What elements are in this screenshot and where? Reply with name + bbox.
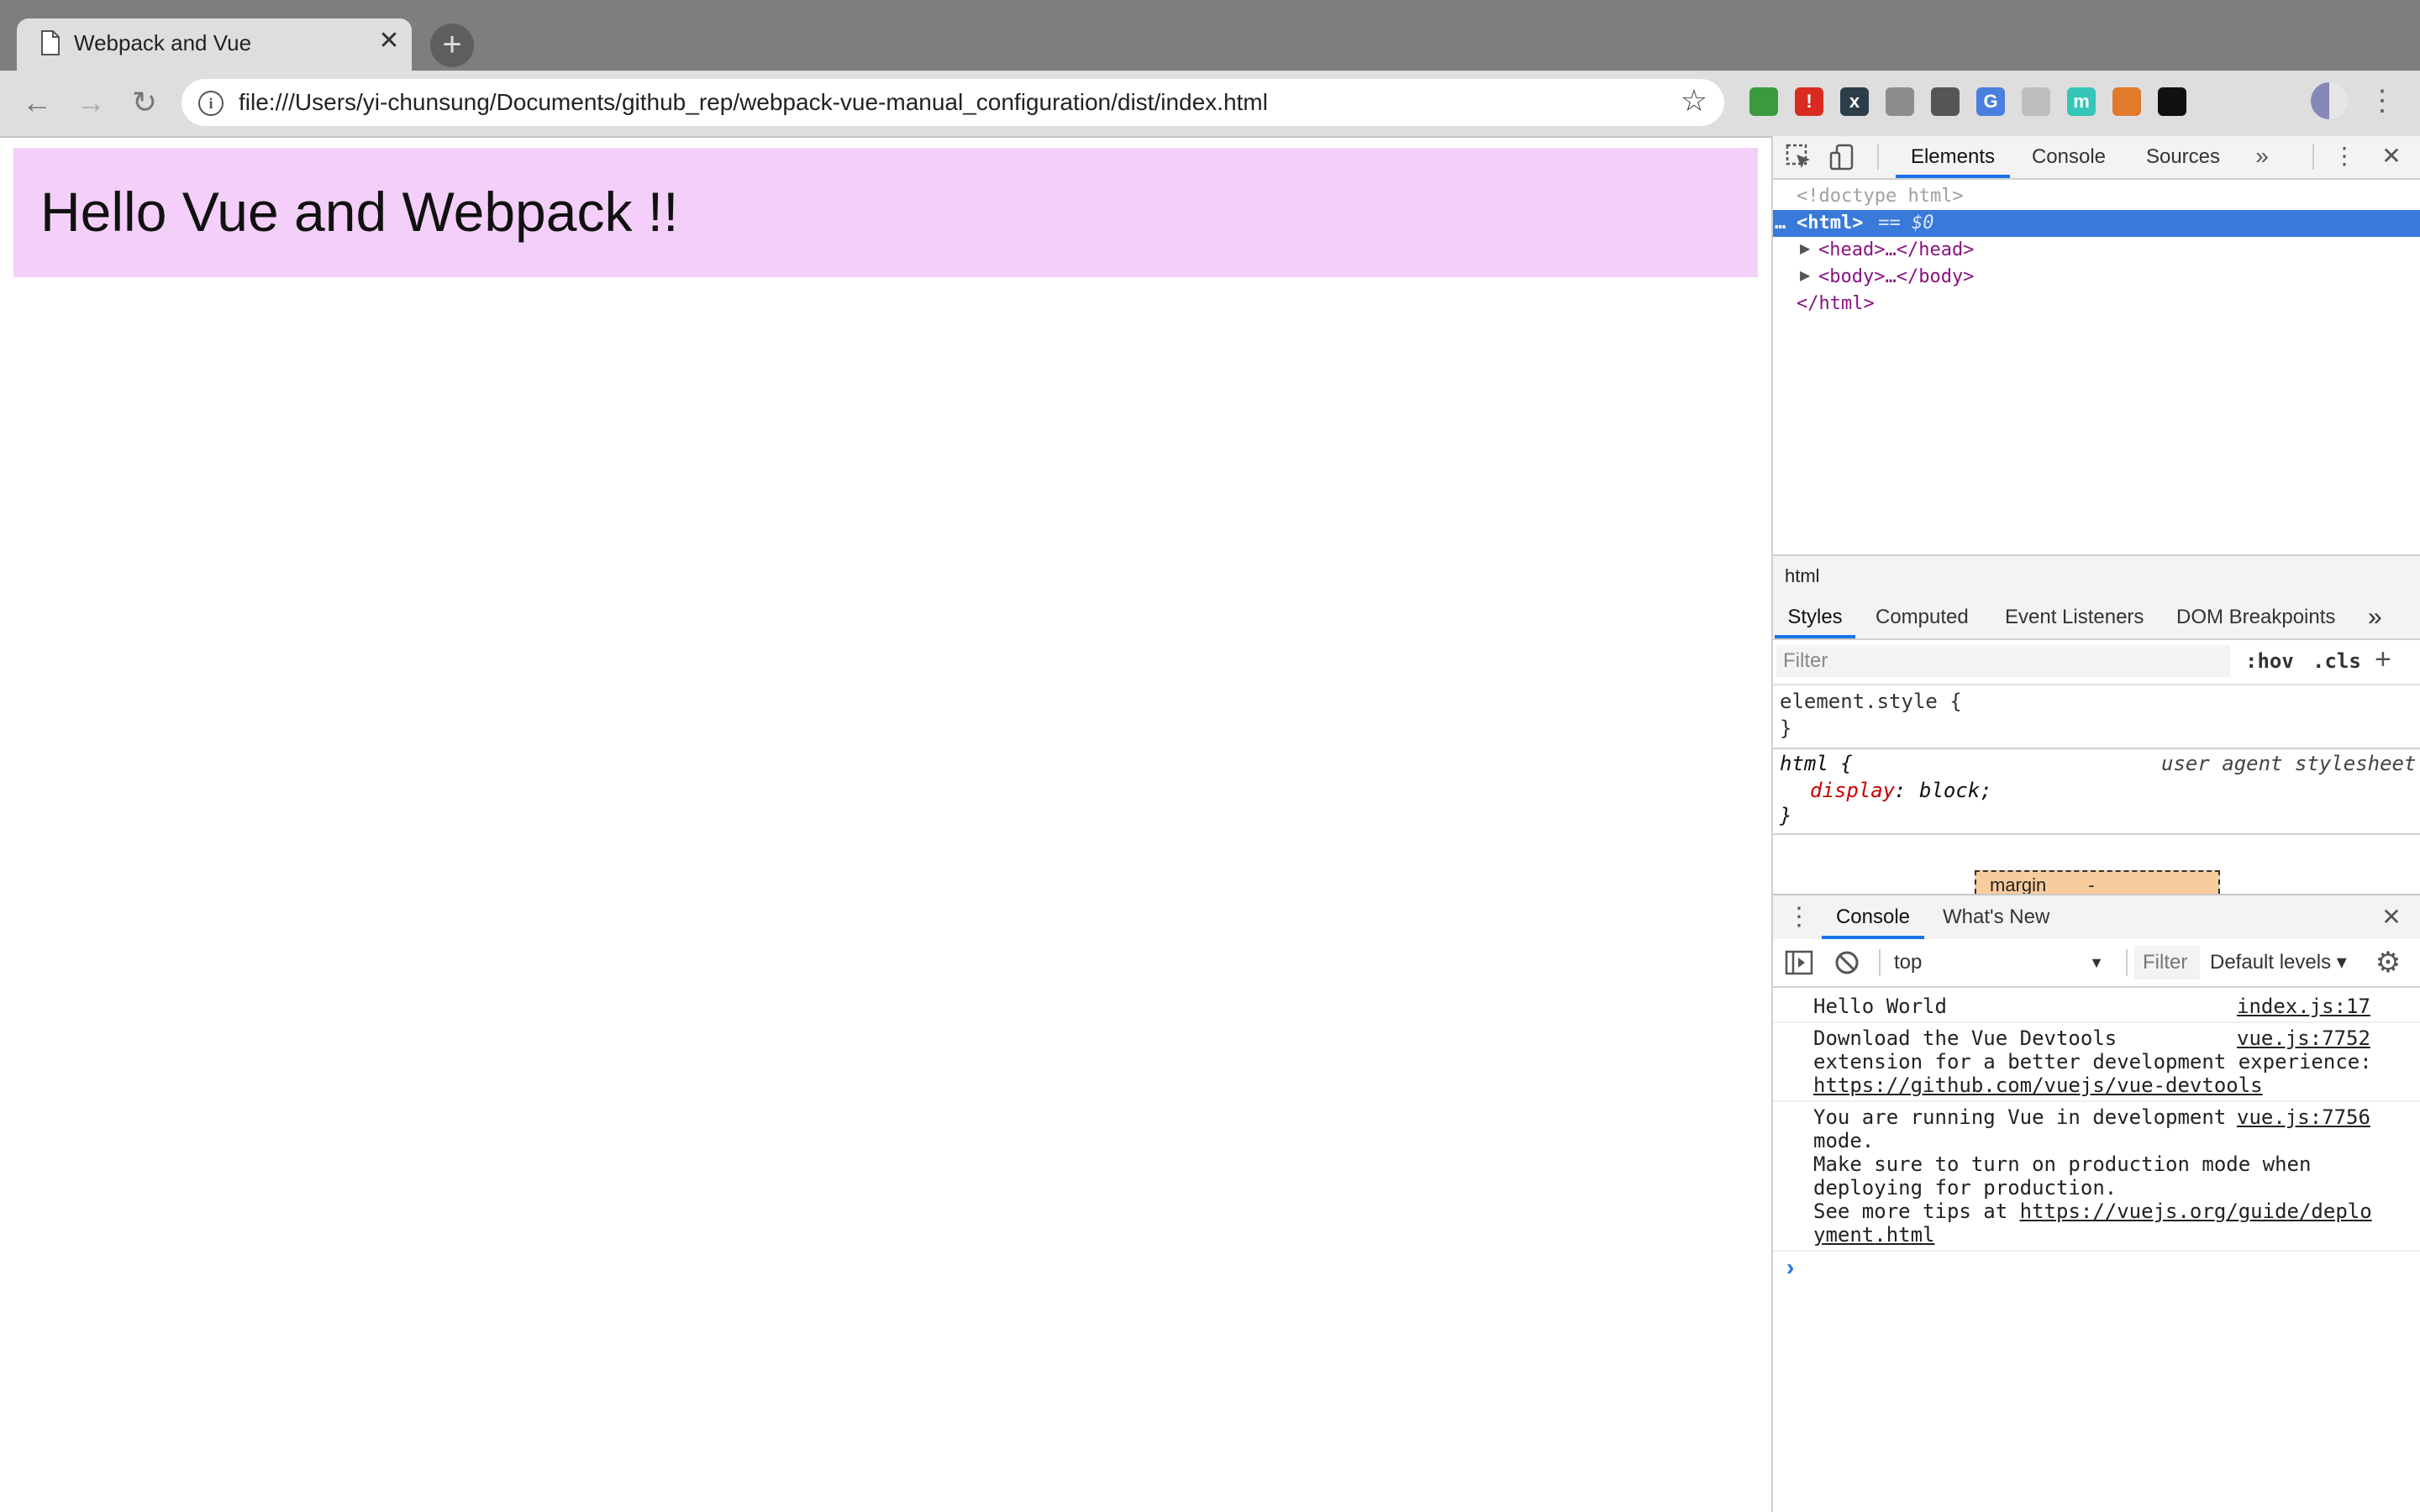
reload-button[interactable]: ↻ (123, 81, 166, 124)
new-style-rule-icon[interactable]: + (2375, 643, 2391, 675)
console-prompt-icon: › (1786, 1254, 1795, 1280)
console-message-source[interactable]: index.js:17 (2237, 995, 2370, 1018)
back-button[interactable]: ← (15, 81, 59, 124)
toolbar-divider (2126, 949, 2128, 976)
forward-button[interactable]: → (69, 81, 113, 124)
console-message-link[interactable]: https://github.com/vuejs/vue-devtools (1813, 1074, 2263, 1097)
box-model-margin: margin - (1975, 870, 2220, 894)
console-input[interactable] (1807, 1252, 2412, 1504)
profile-avatar[interactable] (2311, 82, 2348, 119)
green-square-extension-icon[interactable] (1749, 87, 1778, 116)
console-message-text: Hello World (1813, 995, 1947, 1018)
browser-menu-icon[interactable]: ⋮ (2368, 82, 2396, 119)
toolbar-divider (2312, 144, 2314, 170)
css-property-value[interactable]: block; (1919, 778, 1992, 803)
dom-body[interactable]: <body>…</body> (1818, 264, 1974, 291)
tab-styles[interactable]: Styles (1775, 596, 1855, 638)
x-box-extension-icon[interactable]: x (1840, 87, 1869, 116)
console-message-text: Make sure to turn on production mode whe… (1813, 1152, 2312, 1176)
dom-selected-marker: == $0 (1867, 213, 1934, 234)
tab-computed[interactable]: Computed (1876, 596, 1969, 638)
tab-event-listeners[interactable]: Event Listeners (2005, 596, 2144, 638)
drawer-menu-icon[interactable]: ⋮ (1786, 900, 1812, 934)
css-property-name[interactable]: display (1810, 778, 1895, 803)
html-rule-selector[interactable]: html { (1780, 751, 1853, 776)
dom-html-ellipsis: … (1775, 213, 1786, 234)
show-sidebar-icon[interactable] (1785, 949, 1813, 976)
styles-filter-input[interactable]: Filter (1776, 645, 2230, 677)
cls-toggle[interactable]: .cls (2312, 648, 2361, 674)
html-rule-close: } (1780, 804, 1792, 827)
console-message-link[interactable]: yment.html (1813, 1223, 1935, 1247)
tab-dom-breakpoints[interactable]: DOM Breakpoints (2176, 596, 2335, 638)
toolbar-divider (1877, 144, 1879, 170)
tab-sources[interactable]: Sources (2134, 136, 2232, 178)
console-message-text: You are running Vue in development (1813, 1105, 2227, 1129)
console-message-source[interactable]: vue.js:7752 (2237, 1026, 2370, 1050)
page-icon (41, 30, 60, 55)
console-message-text: See more tips at https://vuejs.org/guide… (1813, 1200, 2372, 1223)
console-message-text: Download the Vue Devtools (1813, 1026, 2118, 1050)
message-divider (1773, 1021, 2420, 1023)
log-levels-dropdown[interactable]: Default levels ▾ (2210, 946, 2347, 979)
clear-console-icon[interactable] (1833, 949, 1860, 976)
styles-more-icon[interactable]: » (2368, 596, 2382, 638)
ghost-extension-icon[interactable] (2158, 87, 2186, 116)
devtools-menu-icon[interactable]: ⋮ (2328, 139, 2361, 173)
console-message-text: See more tips at (1813, 1200, 2020, 1223)
dom-head[interactable]: <head>…</head> (1818, 237, 1974, 264)
margin-value: - (2088, 874, 2095, 894)
expand-triangle-icon[interactable]: ▶ (1800, 267, 1810, 284)
inspect-element-icon[interactable] (1785, 143, 1813, 171)
drawer-tab-whats-new[interactable]: What's New (1943, 895, 2049, 939)
console-settings-gear-icon[interactable]: ⚙ (2371, 946, 2405, 979)
dom-doctype[interactable]: <!doctype html> (1797, 183, 1964, 210)
rule-origin: user agent stylesheet (2161, 752, 2417, 775)
toolbar-divider (1879, 949, 1881, 976)
message-divider (1773, 1100, 2420, 1102)
hov-toggle[interactable]: :hov (2245, 648, 2294, 674)
more-tabs-icon[interactable]: » (2245, 139, 2279, 173)
console-message-link[interactable]: https://vuejs.org/guide/deplo (2020, 1200, 2372, 1223)
tab-console[interactable]: Console (2027, 136, 2111, 178)
tab-title: Webpack and Vue (74, 30, 252, 55)
console-message-text: deploying for production. (1813, 1176, 2118, 1200)
element-style-close: } (1780, 717, 1792, 740)
rule-divider (1773, 833, 2420, 835)
page-heading: Hello Vue and Webpack !! (40, 181, 679, 243)
google-translate-extension-icon[interactable]: G (1976, 87, 2005, 116)
teal-m-extension-icon[interactable]: m (2067, 87, 2096, 116)
drawer-close-icon[interactable]: ✕ (2375, 900, 2408, 934)
context-value: top (1894, 951, 1923, 974)
tab-elements[interactable]: Elements (1896, 136, 2010, 178)
console-message-text: mode. (1813, 1129, 1875, 1152)
tab-close-icon[interactable]: ✕ (375, 27, 403, 55)
red-shield-extension-icon[interactable]: ! (1795, 87, 1823, 116)
drawer-tab-console[interactable]: Console (1822, 895, 1924, 939)
context-selector[interactable]: top ▼ (1886, 946, 2112, 979)
expand-triangle-icon[interactable]: ▶ (1800, 240, 1810, 257)
stamp-extension-icon[interactable] (1931, 87, 1960, 116)
margin-label: margin (1990, 874, 2047, 894)
url-text[interactable]: file:///Users/yi-chunsung/Documents/gith… (239, 87, 1268, 118)
info-icon[interactable]: i (198, 91, 224, 116)
bookmark-star-icon[interactable]: ☆ (1677, 84, 1711, 118)
breadcrumb (1773, 554, 2420, 600)
dom-html-close[interactable]: </html> (1797, 291, 1875, 318)
breadcrumb-html[interactable]: html (1785, 564, 1820, 588)
console-message-text: extension for a better development exper… (1813, 1050, 2372, 1074)
console-message-source[interactable]: vue.js:7756 (2237, 1105, 2370, 1129)
device-toolbar-icon[interactable] (1828, 143, 1857, 171)
grey-circle-extension-icon[interactable] (1886, 87, 1914, 116)
devtools-close-icon[interactable]: ✕ (2375, 139, 2408, 173)
dom-html-open[interactable]: <html> (1797, 210, 1863, 237)
fox-extension-icon[interactable] (2112, 87, 2141, 116)
css-colon: : (1894, 779, 1907, 802)
card-extension-icon[interactable] (2022, 87, 2050, 116)
console-filter-input[interactable]: Filter (2134, 946, 2200, 979)
element-style-open[interactable]: element.style { (1780, 689, 1962, 714)
dropdown-arrow-icon: ▼ (2089, 954, 2104, 971)
rule-divider (1773, 748, 2420, 749)
new-tab-button[interactable]: + (430, 24, 474, 67)
